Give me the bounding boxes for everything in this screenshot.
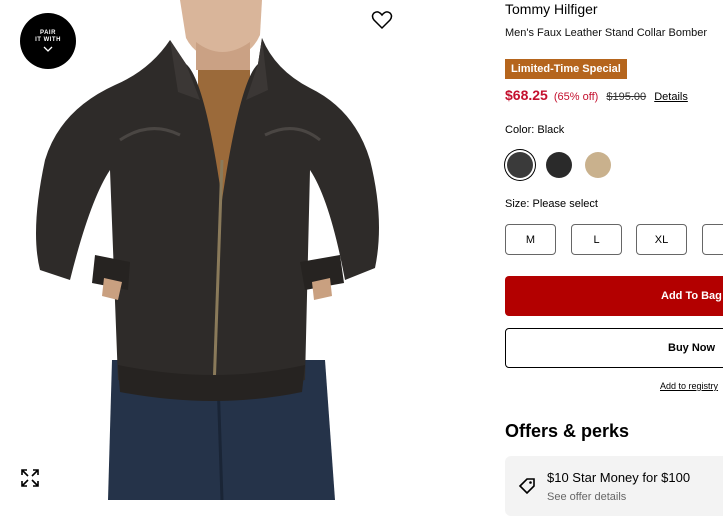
offer-title: $10 Star Money for $100 bbox=[547, 470, 691, 485]
offers-heading: Offers & perks bbox=[505, 421, 630, 441]
product-title: Men's Faux Leather Stand Collar Bomber bbox=[505, 27, 708, 39]
brand-name[interactable]: Tommy Hilfiger bbox=[505, 1, 598, 17]
sale-price: $68.25 bbox=[505, 87, 548, 103]
pair-it-with-button[interactable]: PAIR IT WITH bbox=[20, 13, 76, 69]
discount-percent: (65% off) bbox=[553, 91, 599, 103]
promo-badge: Limited-Time Special bbox=[505, 59, 627, 79]
color-swatch-dark[interactable] bbox=[546, 152, 572, 178]
buy-now-button[interactable]: Buy Now bbox=[505, 328, 723, 368]
add-to-bag-button[interactable]: Add To Bag bbox=[505, 276, 723, 316]
expand-icon[interactable] bbox=[20, 468, 40, 488]
buy-now-label: Buy Now bbox=[668, 342, 716, 354]
size-option-m[interactable]: M bbox=[505, 224, 556, 255]
heart-icon[interactable] bbox=[371, 10, 393, 30]
color-label: Color: Black bbox=[505, 124, 565, 136]
size-option-2xl[interactable]: 2 bbox=[702, 224, 723, 255]
tag-icon bbox=[518, 478, 535, 495]
chevron-down-icon bbox=[43, 46, 53, 52]
product-info-panel: Tommy Hilfiger Men's Faux Leather Stand … bbox=[505, 0, 723, 516]
color-swatch-black[interactable] bbox=[507, 152, 533, 178]
color-swatch-tan[interactable] bbox=[585, 152, 611, 178]
size-option-xl[interactable]: XL bbox=[636, 224, 687, 255]
original-price: $195.00 bbox=[606, 91, 647, 103]
add-to-bag-label: Add To Bag bbox=[661, 290, 722, 302]
pair-badge-line1: PAIR bbox=[40, 30, 56, 36]
price-row: $68.25 (65% off) $195.00 Details bbox=[505, 87, 688, 103]
product-image-panel: PAIR IT WITH bbox=[0, 0, 470, 500]
size-option-l[interactable]: L bbox=[571, 224, 622, 255]
pair-badge-line2: IT WITH bbox=[35, 37, 61, 43]
price-details-link[interactable]: Details bbox=[654, 91, 688, 103]
add-to-registry-link[interactable]: Add to registry bbox=[660, 381, 718, 391]
offer-card[interactable]: $10 Star Money for $100 See offer detail… bbox=[505, 456, 723, 516]
offer-subtitle[interactable]: See offer details bbox=[547, 491, 626, 503]
product-photo[interactable] bbox=[0, 0, 470, 500]
size-label: Size: Please select bbox=[505, 198, 598, 210]
